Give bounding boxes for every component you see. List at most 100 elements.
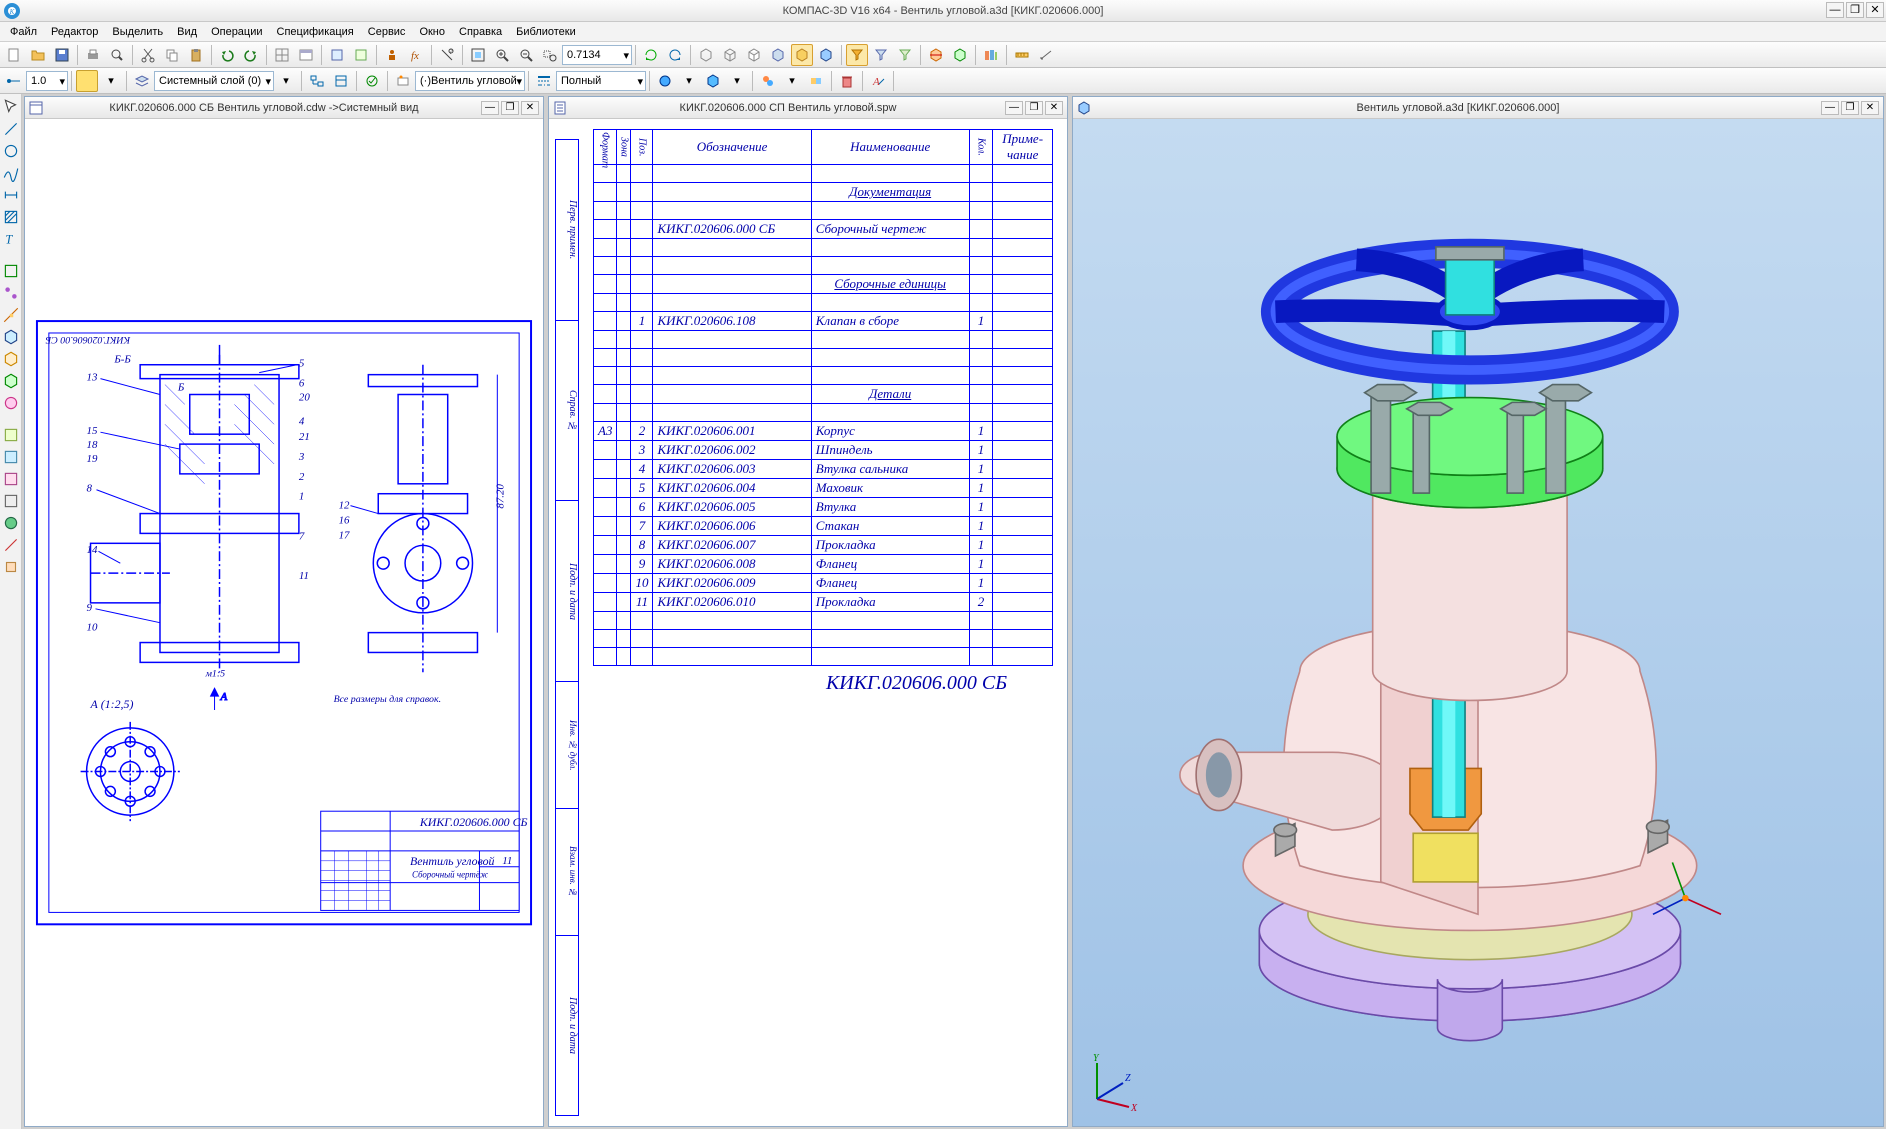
- lib-button[interactable]: [980, 44, 1002, 66]
- spec-row[interactable]: 1КИКГ.020606.108Клапан в сборе1: [594, 312, 1053, 331]
- spec-row[interactable]: 9КИКГ.020606.008Фланец1: [594, 555, 1053, 574]
- spec-row[interactable]: [594, 349, 1053, 367]
- view-state-btn[interactable]: [361, 70, 383, 92]
- layer-arrow[interactable]: ▾: [275, 70, 297, 92]
- side-meas[interactable]: [2, 306, 20, 324]
- btn-extra1[interactable]: [326, 44, 348, 66]
- doc3-min[interactable]: —: [1821, 101, 1839, 115]
- layers-icon[interactable]: [131, 70, 153, 92]
- tool-del[interactable]: [836, 70, 858, 92]
- side-3d4[interactable]: [2, 394, 20, 412]
- menu-select[interactable]: Выделить: [106, 24, 169, 40]
- spec-row[interactable]: А32КИКГ.020606.001Корпус1: [594, 422, 1053, 441]
- zoom-in-button[interactable]: [491, 44, 513, 66]
- menu-spec[interactable]: Спецификация: [271, 24, 360, 40]
- side-3d1[interactable]: [2, 328, 20, 346]
- linestyle-combo[interactable]: Полный▾: [556, 71, 646, 91]
- section2-button[interactable]: [949, 44, 971, 66]
- help-button[interactable]: ?: [436, 44, 458, 66]
- menu-view[interactable]: Вид: [171, 24, 203, 40]
- side-b6[interactable]: [2, 536, 20, 554]
- tool-arrow[interactable]: ▾: [781, 70, 803, 92]
- spec-row[interactable]: [594, 367, 1053, 385]
- panel1-button[interactable]: [295, 44, 317, 66]
- spec-row[interactable]: [594, 257, 1053, 275]
- measure2-button[interactable]: [1035, 44, 1057, 66]
- spec-row[interactable]: [594, 202, 1053, 220]
- zoom-sel-button[interactable]: [539, 44, 561, 66]
- style-icon[interactable]: [533, 70, 555, 92]
- snap-endpoint[interactable]: [3, 70, 25, 92]
- side-param[interactable]: [2, 284, 20, 302]
- spec-row[interactable]: 6КИКГ.020606.005Втулка1: [594, 498, 1053, 517]
- menu-service[interactable]: Сервис: [362, 24, 412, 40]
- spec-row[interactable]: 4КИКГ.020606.003Втулка сальника1: [594, 460, 1053, 479]
- view-iso1[interactable]: [695, 44, 717, 66]
- orient-button[interactable]: [271, 44, 293, 66]
- rebuild-button[interactable]: [640, 44, 662, 66]
- tool-mate[interactable]: [805, 70, 827, 92]
- spec-row[interactable]: Детали: [594, 385, 1053, 404]
- side-select[interactable]: [2, 98, 20, 116]
- view-icon[interactable]: [392, 70, 414, 92]
- side-b7[interactable]: [2, 558, 20, 576]
- side-3d3[interactable]: [2, 372, 20, 390]
- zoom-fit-button[interactable]: [467, 44, 489, 66]
- menu-help[interactable]: Справка: [453, 24, 508, 40]
- spec-canvas[interactable]: Перв. примен. Справ. № Подп. и дата Инв.…: [549, 119, 1067, 1126]
- doc2-max[interactable]: ❐: [1025, 101, 1043, 115]
- minimize-button[interactable]: —: [1826, 2, 1844, 18]
- doc2-close[interactable]: ✕: [1045, 101, 1063, 115]
- side-edit[interactable]: [2, 262, 20, 280]
- open-button[interactable]: [27, 44, 49, 66]
- 3d-btn2[interactable]: [702, 70, 724, 92]
- 3d-btn1[interactable]: [654, 70, 676, 92]
- spec-row[interactable]: 7КИКГ.020606.006Стакан1: [594, 517, 1053, 536]
- side-b2[interactable]: [2, 448, 20, 466]
- spec-row[interactable]: 3КИКГ.020606.002Шпиндель1: [594, 441, 1053, 460]
- view-persp[interactable]: [815, 44, 837, 66]
- color-btn[interactable]: [76, 70, 98, 92]
- view-combo[interactable]: (·)Вентиль угловой▾: [415, 71, 525, 91]
- redo-button[interactable]: [240, 44, 262, 66]
- cut-button[interactable]: [137, 44, 159, 66]
- drawing-canvas[interactable]: КИКГ.020606.00 СБ: [25, 119, 543, 1126]
- menu-libs[interactable]: Библиотеки: [510, 24, 582, 40]
- spec-row[interactable]: [594, 648, 1053, 666]
- undo-button[interactable]: [216, 44, 238, 66]
- tree-btn1[interactable]: [306, 70, 328, 92]
- side-b3[interactable]: [2, 470, 20, 488]
- spec-row[interactable]: [594, 612, 1053, 630]
- spec-row[interactable]: [594, 294, 1053, 312]
- rebuild2-button[interactable]: [664, 44, 686, 66]
- spec-row[interactable]: Сборочные единицы: [594, 275, 1053, 294]
- props-button[interactable]: [381, 44, 403, 66]
- menu-operations[interactable]: Операции: [205, 24, 268, 40]
- filter2[interactable]: [870, 44, 892, 66]
- menu-window[interactable]: Окно: [413, 24, 451, 40]
- measure-button[interactable]: [1011, 44, 1033, 66]
- tool-text[interactable]: A: [867, 70, 889, 92]
- copy-button[interactable]: [161, 44, 183, 66]
- spec-row[interactable]: [594, 630, 1053, 648]
- save-button[interactable]: [51, 44, 73, 66]
- spec-row[interactable]: [594, 404, 1053, 422]
- menu-editor[interactable]: Редактор: [45, 24, 104, 40]
- side-b5[interactable]: [2, 514, 20, 532]
- doc1-close[interactable]: ✕: [521, 101, 539, 115]
- 3d-arrow2[interactable]: ▾: [726, 70, 748, 92]
- view-hidden[interactable]: [767, 44, 789, 66]
- spec-row[interactable]: 8КИКГ.020606.007Прокладка1: [594, 536, 1053, 555]
- 3d-arrow1[interactable]: ▾: [678, 70, 700, 92]
- layer-combo[interactable]: Системный слой (0)▾: [154, 71, 274, 91]
- print-button[interactable]: [82, 44, 104, 66]
- side-line[interactable]: [2, 120, 20, 138]
- section-button[interactable]: [925, 44, 947, 66]
- spec-row[interactable]: [594, 239, 1053, 257]
- spec-row[interactable]: Документация: [594, 183, 1053, 202]
- lineweight-combo[interactable]: 1.0▾: [26, 71, 68, 91]
- view-shade[interactable]: [791, 44, 813, 66]
- preview-button[interactable]: [106, 44, 128, 66]
- spec-row[interactable]: 11КИКГ.020606.010Прокладка2: [594, 593, 1053, 612]
- zoom-out-button[interactable]: [515, 44, 537, 66]
